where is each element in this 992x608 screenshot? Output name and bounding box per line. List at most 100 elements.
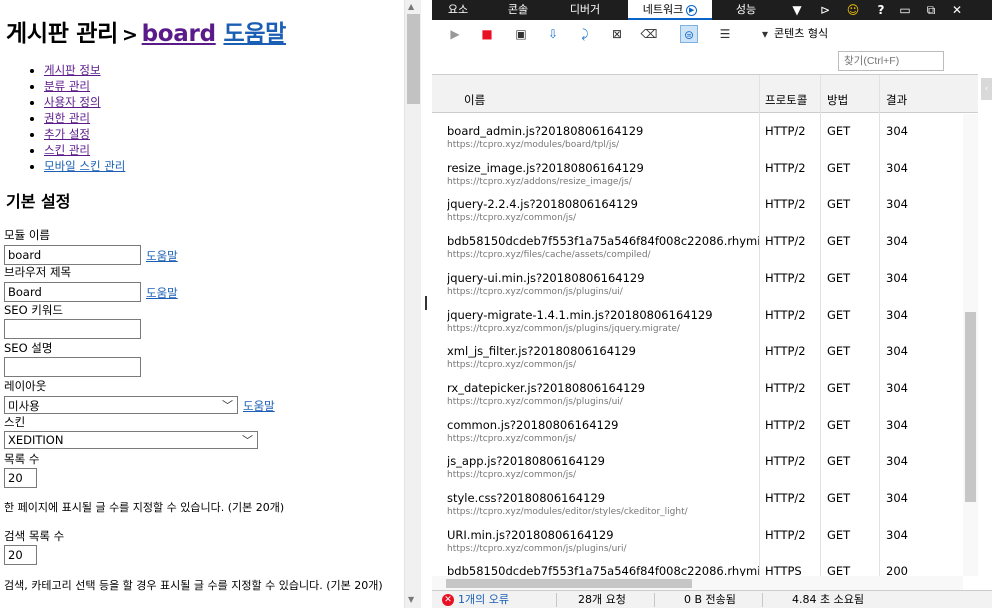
nav-link-extra[interactable]: 추가 설정 — [44, 127, 90, 141]
import-har-icon[interactable]: ⇩ — [544, 25, 562, 43]
search-count-input[interactable]: 20 — [4, 545, 37, 565]
request-url: https://tcpro.xyz/common/js/plugins/jque… — [447, 323, 680, 334]
nav-link-mobile-skin[interactable]: 모바일 스킨 관리 — [44, 159, 125, 173]
nav-link-category[interactable]: 분류 관리 — [44, 79, 90, 93]
title-board-link[interactable]: board — [142, 21, 216, 47]
table-row[interactable]: style.css?20180806164129 https://tcpro.xy… — [432, 486, 978, 522]
grid-horizontal-scrollbar[interactable] — [432, 576, 963, 590]
request-method: GET — [827, 527, 851, 542]
request-url: https://tcpro.xyz/modules/board/tpl/js/ — [447, 140, 620, 150]
request-name: style.css?20180806164129 — [447, 491, 606, 505]
table-row[interactable]: rx_datepicker.js?20180806164129 https://t… — [432, 376, 978, 412]
module-name-help-link[interactable]: 도움말 — [146, 248, 178, 264]
skin-select[interactable]: XEDITION ﹀ — [4, 431, 258, 449]
scroll-down-icon[interactable]: ▼ — [408, 595, 414, 604]
grid-hscroll-thumb[interactable] — [446, 579, 692, 588]
request-name: rx_datepicker.js?20180806164129 — [447, 380, 646, 395]
panel-splitter[interactable] — [421, 0, 432, 608]
browser-title-help-link[interactable]: 도움말 — [146, 285, 178, 301]
error-count-label: 1개의 오류 — [458, 593, 509, 606]
tab-performance[interactable]: 성능 — [726, 0, 766, 20]
request-name: jquery-migrate-1.4.1.min.js?201808061641… — [447, 307, 713, 322]
nav-item-board-info: 게시판 정보 — [44, 62, 125, 78]
table-row[interactable]: xml_js_filter.js?20180806164129 https://t… — [432, 339, 978, 375]
request-method: GET — [827, 160, 851, 175]
browser-title-input[interactable]: Board — [4, 282, 141, 302]
feedback-smiley-icon[interactable]: ☺ — [844, 0, 862, 20]
clear-entries-icon[interactable]: ⊠ — [608, 25, 626, 43]
table-row[interactable]: board_admin.js?20180806164129 https://tcp… — [432, 119, 978, 155]
chevron-down-icon: ﹀ — [222, 399, 233, 412]
admin-nav: 게시판 정보 분류 관리 사용자 정의 권한 관리 추가 설정 스킨 관리 모바… — [28, 62, 125, 174]
nav-link-custom[interactable]: 사용자 정의 — [44, 95, 101, 109]
layout-select[interactable]: 미사용 ﹀ — [4, 396, 238, 414]
module-name-input[interactable]: board — [4, 245, 141, 265]
request-result: 304 — [886, 344, 908, 359]
list-count-input[interactable]: 20 — [4, 468, 37, 488]
request-protocol: HTTP/2 — [765, 234, 806, 249]
list-count-help: 한 페이지에 표시될 글 수를 지정할 수 있습니다. (기본 20개) — [4, 501, 285, 514]
filter-icon[interactable]: ▾ — [756, 25, 774, 43]
export-har-icon[interactable]: ▣ — [512, 25, 530, 43]
seo-keyword-input[interactable] — [4, 319, 141, 339]
dock-icon[interactable]: ▭ — [896, 0, 914, 20]
table-row[interactable]: js_app.js?20180806164129 https://tcpro.xy… — [432, 449, 978, 485]
nav-link-board-info[interactable]: 게시판 정보 — [44, 63, 101, 77]
network-status-bar: ✕ 1개의 오류 28개 요청 0 B 전송됨 4.84 초 소요됨 — [432, 590, 992, 608]
page-scrollbar[interactable]: ▲ ▼ — [404, 0, 421, 608]
close-icon[interactable]: ✕ — [948, 0, 966, 20]
error-count[interactable]: ✕ 1개의 오류 — [442, 592, 509, 608]
tab-debugger[interactable]: 디버거 — [560, 0, 610, 20]
nav-link-permission[interactable]: 권한 관리 — [44, 111, 90, 125]
splitter-grip-icon[interactable] — [425, 296, 427, 310]
table-row[interactable]: jquery-migrate-1.4.1.min.js?201808061641… — [432, 303, 978, 339]
request-protocol: HTTP/2 — [765, 124, 806, 138]
grid-vertical-scrollbar[interactable] — [963, 114, 978, 576]
section-title: 기본 설정 — [6, 192, 71, 211]
nav-item-mobile-skin: 모바일 스킨 관리 — [44, 158, 125, 174]
skin-label: 스킨 — [4, 415, 26, 429]
title-help-link[interactable]: 도움말 — [223, 21, 286, 47]
module-name-label: 모듈 이름 — [4, 228, 50, 242]
request-protocol: HTTP/2 — [765, 454, 806, 469]
seo-desc-label: SEO 설명 — [4, 341, 53, 355]
request-method: GET — [827, 197, 851, 212]
tab-network[interactable]: 네트워크 ▶ — [628, 0, 712, 20]
table-row[interactable]: URI.min.js?20180806164129 https://tcpro.x… — [432, 523, 978, 559]
table-row[interactable]: jquery-2.2.4.js?20180806164129 https://tc… — [432, 192, 978, 228]
status-divider — [762, 593, 763, 607]
seo-desc-input[interactable] — [4, 357, 141, 377]
col-header-name[interactable]: 이름 — [464, 92, 485, 108]
devtools-tab-bar: 요소 콘솔 디버거 네트워크 ▶ 성능 ▼ ⊳ ☺ ? ▭ ⧉ ✕ — [432, 0, 992, 20]
start-profiling-icon[interactable]: ▶ — [446, 25, 464, 43]
content-type-filter[interactable]: 콘텐츠 형식 — [774, 25, 828, 41]
stop-profiling-icon[interactable]: ■ — [478, 25, 496, 43]
request-protocol: HTTP/2 — [765, 491, 806, 505]
help-icon[interactable]: ? — [872, 0, 890, 20]
tab-console[interactable]: 콘솔 — [496, 0, 540, 20]
clear-cache-icon[interactable]: ⌫ — [640, 25, 658, 43]
col-header-protocol[interactable]: 프로토콜 — [765, 92, 807, 108]
table-row[interactable]: jquery-ui.min.js?20180806164129 https://t… — [432, 266, 978, 302]
request-url: https://tcpro.xyz/common/js/plugins/ui/ — [447, 286, 623, 297]
col-header-method[interactable]: 방법 — [827, 92, 848, 108]
console-toggle-icon[interactable]: ⊳ — [816, 0, 834, 20]
nav-link-skin[interactable]: 스킨 관리 — [44, 143, 90, 157]
request-name: board_admin.js?20180806164129 — [447, 124, 644, 138]
tab-elements[interactable]: 요소 — [438, 0, 478, 20]
clear-session-icon[interactable]: ⤸ — [576, 25, 594, 43]
col-header-result[interactable]: 결과 — [886, 92, 907, 108]
undock-icon[interactable]: ⧉ — [922, 0, 940, 20]
group-list-icon[interactable]: ☰ — [716, 25, 734, 43]
scroll-up-icon[interactable]: ▲ — [408, 2, 414, 11]
details-pane-toggle-icon[interactable]: ‹ — [981, 78, 992, 100]
page-scroll-thumb[interactable] — [407, 14, 420, 104]
more-tabs-icon[interactable]: ▼ — [788, 0, 806, 20]
grid-vscroll-thumb[interactable] — [965, 312, 976, 502]
network-search-input[interactable] — [838, 51, 944, 71]
always-refresh-icon[interactable]: ⊜ — [680, 25, 698, 43]
table-row[interactable]: common.js?20180806164129 https://tcpro.xy… — [432, 413, 978, 449]
table-row[interactable]: resize_image.js?20180806164129 https://tc… — [432, 156, 978, 192]
table-row[interactable]: bdb58150dcdeb7f553f1a75a546f84f008c22086… — [432, 229, 978, 265]
layout-help-link[interactable]: 도움말 — [243, 398, 275, 414]
